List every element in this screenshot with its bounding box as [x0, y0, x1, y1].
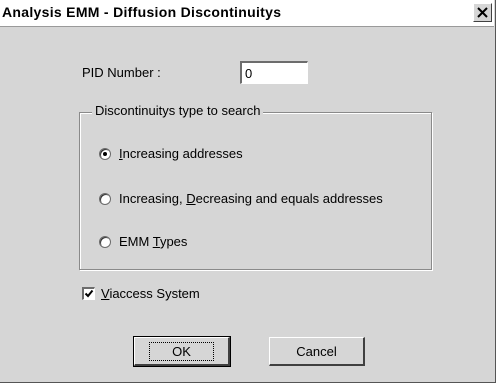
radio-button[interactable]: [99, 192, 111, 205]
close-icon: [477, 7, 488, 18]
radio-emm-types[interactable]: EMM Types: [99, 234, 187, 249]
close-button[interactable]: [473, 3, 492, 22]
dialog-window: Analysis EMM - Diffusion Discontinuitys …: [0, 0, 496, 383]
viaccess-system-checkbox-row[interactable]: Viaccess System: [82, 286, 200, 301]
viaccess-label: Viaccess System: [101, 286, 200, 301]
window-title: Analysis EMM - Diffusion Discontinuitys: [2, 4, 282, 20]
ok-button[interactable]: OK: [133, 336, 231, 367]
viaccess-checkbox[interactable]: [82, 287, 95, 300]
title-bar: Analysis EMM - Diffusion Discontinuitys: [0, 0, 494, 27]
cancel-button-label: Cancel: [296, 343, 337, 359]
radio-button[interactable]: [99, 235, 111, 248]
checkmark-icon: [84, 289, 94, 298]
radio-label: EMM Types: [119, 234, 188, 249]
radio-label: Increasing addresses: [119, 146, 243, 161]
radio-button-checked[interactable]: [99, 147, 111, 160]
radio-label: Increasing, Decreasing and equals addres…: [119, 191, 383, 206]
cancel-button[interactable]: Cancel: [269, 337, 365, 366]
ok-button-label: OK: [149, 341, 214, 361]
radio-increasing-decreasing-equals[interactable]: Increasing, Decreasing and equals addres…: [99, 191, 383, 206]
group-title: Discontinuitys type to search: [92, 103, 264, 118]
pid-number-label: PID Number :: [82, 65, 161, 80]
radio-increasing-addresses[interactable]: Increasing addresses: [99, 146, 243, 161]
pid-number-input[interactable]: [240, 61, 308, 84]
